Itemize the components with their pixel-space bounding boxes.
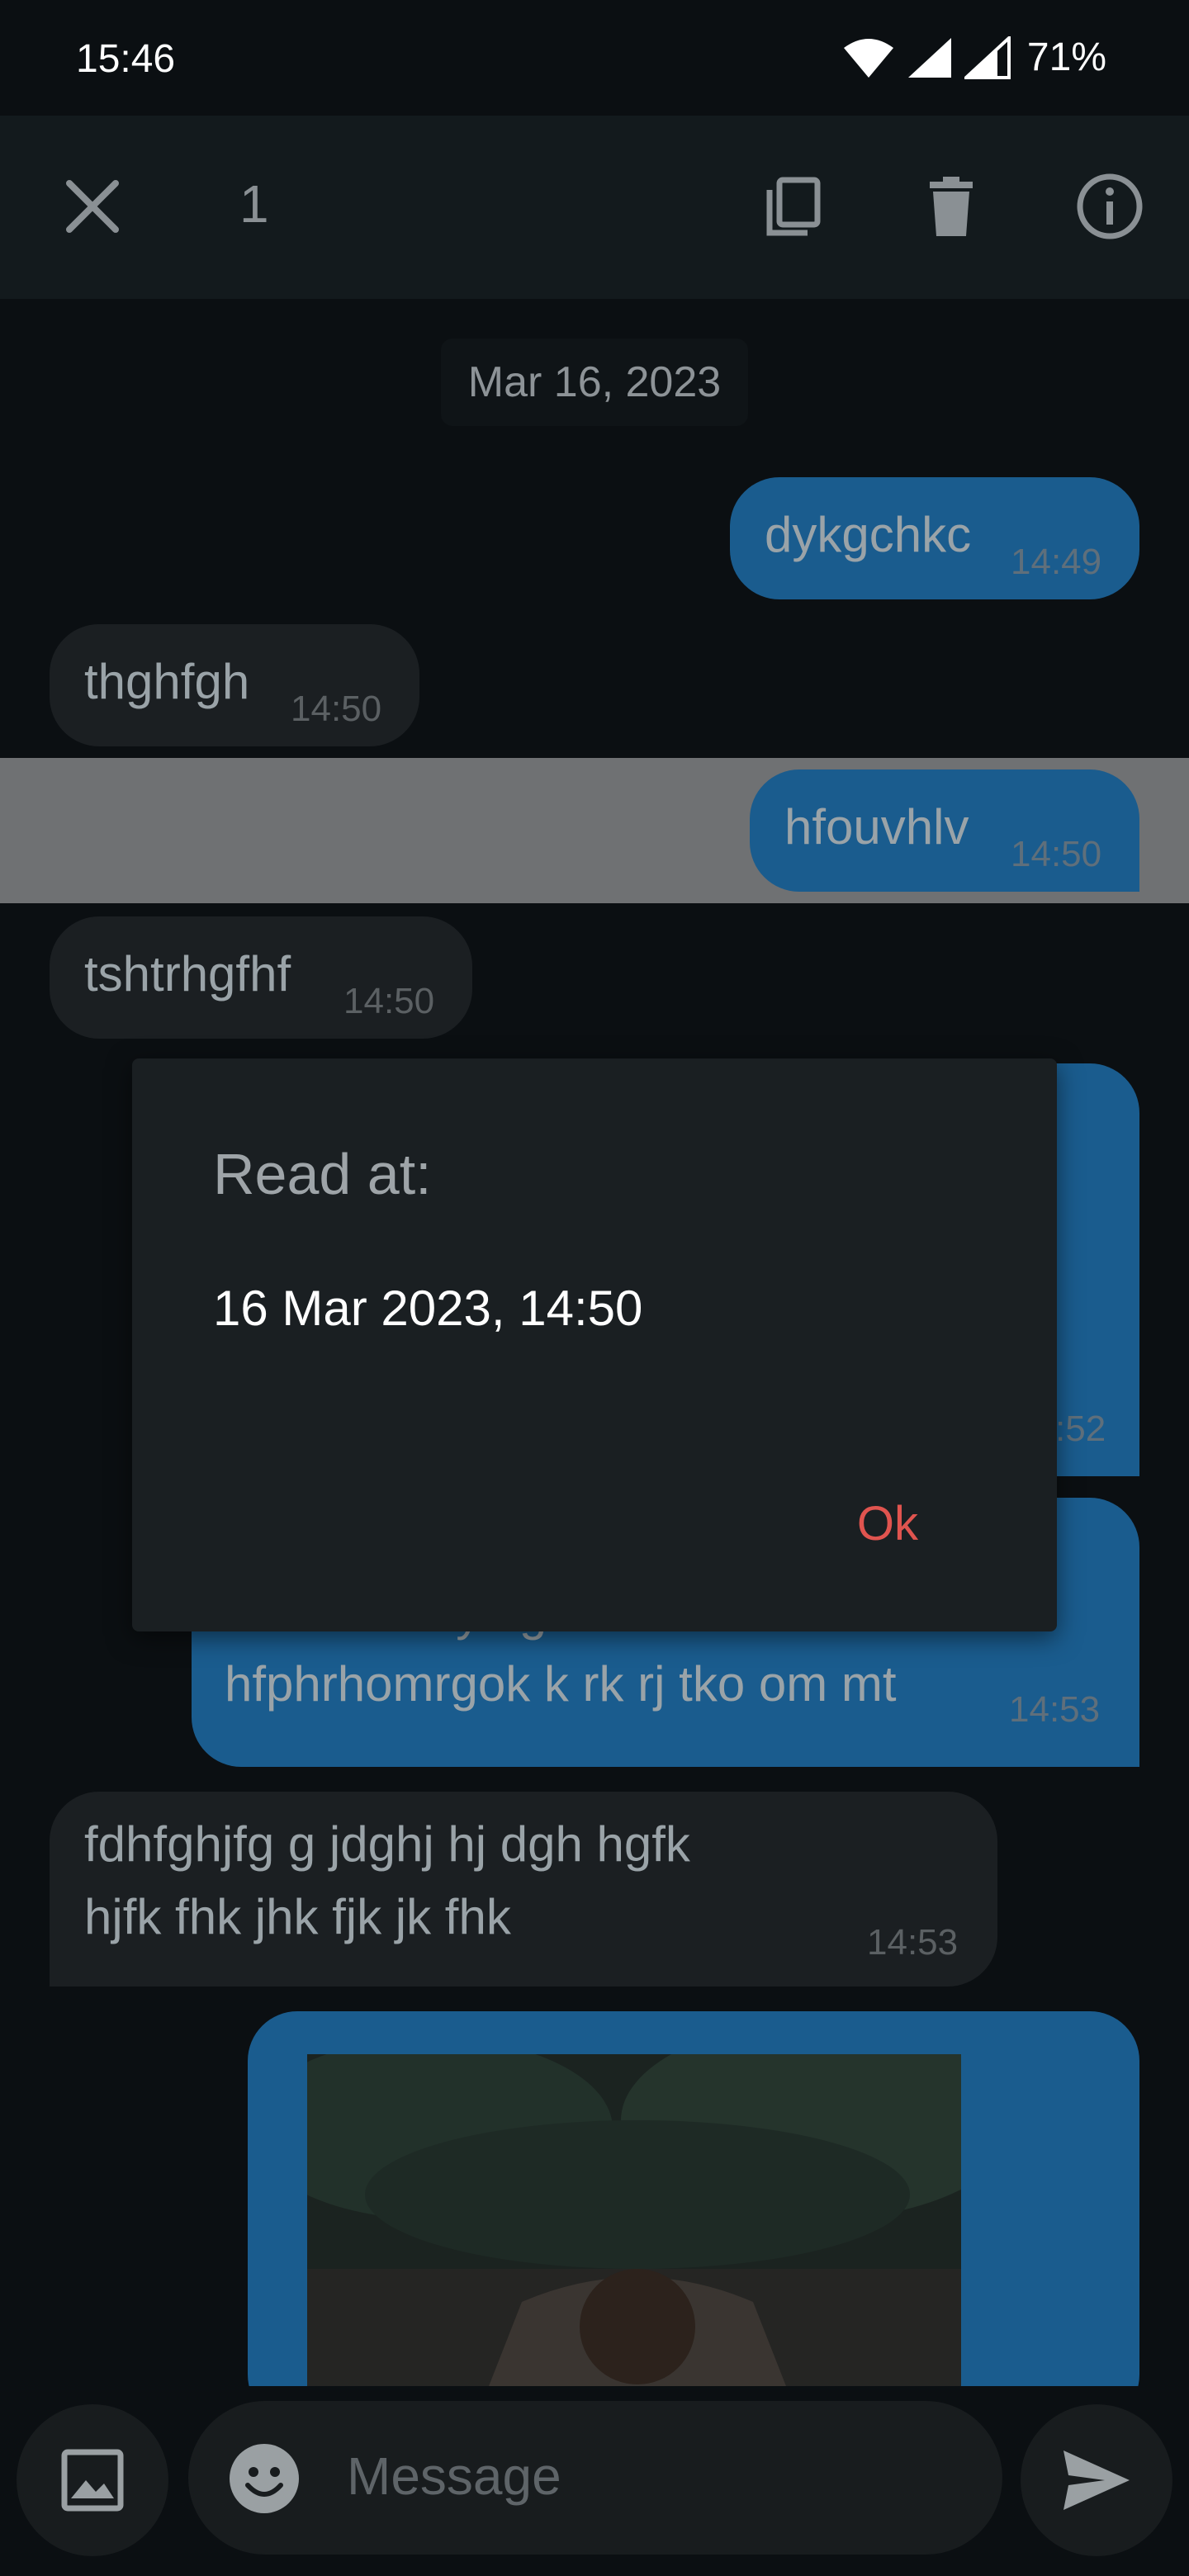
read-at-timestamp: 16 Mar 2023, 14:50 xyxy=(213,1281,643,1336)
send-button[interactable] xyxy=(1021,2404,1172,2556)
send-icon xyxy=(1063,2451,1130,2510)
read-at-dialog: Read at: 16 Mar 2023, 14:50 Ok xyxy=(132,1058,1057,1631)
ok-button[interactable]: Ok xyxy=(857,1496,918,1551)
message-composer xyxy=(0,2386,1189,2576)
image-icon xyxy=(61,2449,124,2512)
message-input-container xyxy=(188,2401,1002,2555)
dialog-title: Read at: xyxy=(213,1142,432,1206)
emoji-icon[interactable] xyxy=(228,2442,301,2515)
attach-image-button[interactable] xyxy=(17,2404,168,2556)
message-input[interactable] xyxy=(345,2434,976,2518)
